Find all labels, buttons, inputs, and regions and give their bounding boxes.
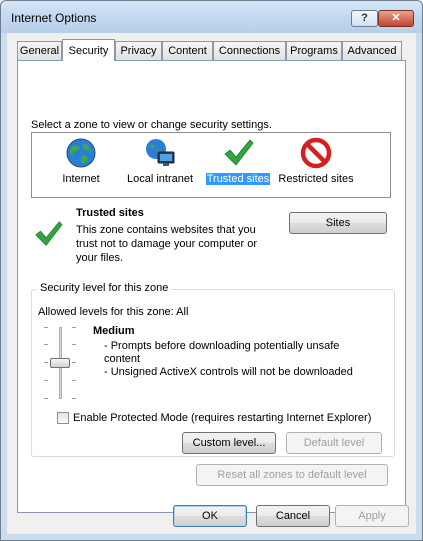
zone-trusted-sites-label: Trusted sites xyxy=(198,173,278,186)
zone-internet-label: Internet xyxy=(62,173,100,185)
cancel-button[interactable]: Cancel xyxy=(256,505,330,527)
tab-security[interactable]: Security xyxy=(62,39,115,61)
green-checkmark-icon xyxy=(35,221,63,246)
slider-tick xyxy=(72,398,76,399)
slider-tick xyxy=(44,362,48,363)
zone-list: Internet Local intranet Trusted sites Re… xyxy=(31,132,391,198)
selected-zone-description: This zone contains websites that you tru… xyxy=(76,224,257,264)
security-level-group-label: Security level for this zone xyxy=(37,282,172,294)
security-level-slider[interactable] xyxy=(43,327,76,399)
custom-level-button[interactable]: Custom level... xyxy=(182,432,276,454)
tab-content[interactable]: Content xyxy=(162,41,213,60)
tab-connections[interactable]: Connections xyxy=(213,41,286,60)
zone-local-intranet[interactable]: Local intranet xyxy=(120,133,200,197)
security-level-name: Medium xyxy=(93,325,135,337)
protected-mode-label[interactable]: Enable Protected Mode (requires restarti… xyxy=(73,412,371,424)
zone-internet[interactable]: Internet xyxy=(41,133,121,197)
tab-advanced[interactable]: Advanced xyxy=(342,41,402,60)
tab-general[interactable]: General xyxy=(17,41,62,60)
green-checkmark-icon xyxy=(224,139,254,166)
sites-button[interactable]: Sites xyxy=(289,212,387,234)
security-tab-panel: Select a zone to view or change security… xyxy=(17,60,406,513)
slider-tick xyxy=(72,327,76,328)
level-bullet: - Unsigned ActiveX controls will not be … xyxy=(104,366,353,378)
window-title: Internet Options xyxy=(11,11,97,25)
zone-restricted-sites[interactable]: Restricted sites xyxy=(276,133,356,197)
intranet-globe-monitor-icon xyxy=(146,139,175,166)
tab-programs[interactable]: Programs xyxy=(286,41,342,60)
zone-prompt: Select a zone to view or change security… xyxy=(31,119,272,131)
zone-trusted-sites[interactable]: Trusted sites xyxy=(198,133,278,197)
slider-tick xyxy=(72,344,76,345)
globe-icon xyxy=(66,138,96,168)
internet-options-window: Internet Options ? ✕ General Security Pr… xyxy=(0,0,423,541)
red-no-entry-icon xyxy=(300,137,332,169)
zone-trusted-sites-label-text: Trusted sites xyxy=(205,173,271,185)
zone-restricted-sites-label: Restricted sites xyxy=(278,173,354,185)
slider-tick xyxy=(72,362,76,363)
reset-all-zones-button[interactable]: Reset all zones to default level xyxy=(196,464,388,486)
level-bullet: - Prompts before downloading potentially… xyxy=(104,340,340,365)
slider-tick xyxy=(44,398,48,399)
help-button[interactable]: ? xyxy=(351,10,378,27)
slider-tick xyxy=(44,327,48,328)
apply-button[interactable]: Apply xyxy=(335,505,409,527)
slider-thumb[interactable] xyxy=(50,358,70,368)
slider-tick xyxy=(44,344,48,345)
protected-mode-checkbox[interactable] xyxy=(57,412,69,424)
title-bar[interactable]: Internet Options ? ✕ xyxy=(1,1,422,33)
zone-local-intranet-label: Local intranet xyxy=(126,173,194,185)
slider-tick xyxy=(44,380,48,381)
ok-button[interactable]: OK xyxy=(173,505,247,527)
allowed-levels-text: Allowed levels for this zone: All xyxy=(38,306,189,318)
dialog-client-area: General Security Privacy Content Connect… xyxy=(7,33,416,534)
tab-privacy[interactable]: Privacy xyxy=(115,41,162,60)
close-button[interactable]: ✕ xyxy=(378,10,414,27)
slider-tick xyxy=(72,380,76,381)
selected-zone-title: Trusted sites xyxy=(76,207,144,219)
default-level-button[interactable]: Default level xyxy=(286,432,382,454)
